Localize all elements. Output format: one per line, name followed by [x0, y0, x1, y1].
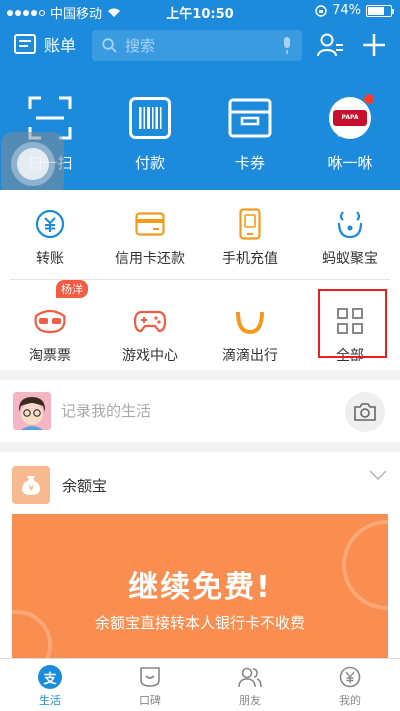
quick-action-pay[interactable]: 付款: [100, 92, 200, 174]
notification-dot: [364, 94, 374, 104]
bill-button[interactable]: 账单: [14, 32, 76, 56]
camera-button[interactable]: [345, 392, 385, 432]
service-credit-card[interactable]: 信用卡还款: [100, 190, 200, 278]
yuebao-banner[interactable]: 继续免费! 余额宝直接转本人银行卡不收费: [12, 514, 388, 658]
yuan-icon: [339, 666, 361, 688]
tab-label: 生活: [39, 694, 61, 707]
nav-bar: 账单 搜索: [0, 28, 400, 64]
service-game-center[interactable]: 游戏中心: [100, 281, 200, 369]
service-label: 滴滴出行: [222, 348, 278, 364]
promo-badge: 杨洋: [56, 280, 88, 298]
service-transfer[interactable]: 转账: [0, 190, 100, 278]
quick-action-label: 咻一咻: [327, 154, 373, 172]
service-label: 游戏中心: [122, 348, 178, 364]
tab-label: 朋友: [239, 694, 261, 707]
wallet-icon: [228, 98, 272, 138]
tab-life[interactable]: 支 生活: [0, 659, 100, 711]
service-label: 转账: [36, 251, 64, 267]
quick-action-label: 付款: [134, 154, 165, 172]
status-bar: 中国移动 上午10:50 74%: [0, 0, 400, 22]
assistive-touch-button[interactable]: [1, 132, 64, 196]
contacts-icon[interactable]: [316, 31, 344, 59]
banner-subtitle: 余额宝直接转本人银行卡不收费: [94, 614, 305, 632]
service-label: 信用卡还款: [115, 251, 185, 267]
bill-label: 账单: [44, 36, 77, 55]
tab-koubei[interactable]: 口碑: [100, 659, 200, 711]
battery-icon: [366, 4, 394, 17]
record-life-text: 记录我的生活: [61, 402, 152, 420]
alipay-icon: 支: [38, 665, 62, 689]
tab-label: 口碑: [139, 694, 161, 707]
camera-icon: [354, 403, 376, 421]
service-didi[interactable]: 滴滴出行: [200, 281, 300, 369]
tab-mine[interactable]: 我的: [300, 659, 400, 711]
yuebao-icon: ¥: [12, 466, 50, 504]
quick-action-label: 卡券: [234, 154, 265, 172]
highlight-box: [318, 289, 387, 358]
tab-friends[interactable]: 朋友: [200, 659, 300, 711]
transfer-icon: [35, 209, 65, 239]
ant-fortune-icon: [337, 211, 363, 239]
koubei-icon: [140, 667, 160, 687]
microphone-icon[interactable]: [282, 37, 292, 54]
record-life-bar[interactable]: 记录我的生活: [0, 380, 400, 442]
service-label: 手机充值: [222, 251, 278, 267]
service-phone-recharge[interactable]: 手机充值: [200, 190, 300, 278]
tab-bar: 支 生活 口碑 朋友 我的: [0, 658, 400, 711]
phone-recharge-icon: [239, 208, 261, 240]
banner-title: 继续免费!: [128, 570, 272, 605]
yuebao-title: 余额宝: [62, 476, 108, 495]
yuebao-card[interactable]: ¥ 余额宝 继续免费! 余额宝直接转本人银行卡不收费: [0, 452, 400, 658]
chevron-down-icon[interactable]: [368, 468, 388, 482]
friends-icon: [238, 667, 262, 688]
barcode-icon: [129, 97, 171, 139]
credit-card-icon: [135, 212, 165, 236]
plus-icon[interactable]: [360, 31, 388, 59]
glasses-icon: [34, 309, 66, 334]
service-label: 淘票票: [29, 348, 71, 364]
service-label: 蚂蚁聚宝: [322, 251, 378, 267]
rotation-lock-icon: [315, 4, 327, 17]
quick-action-cards[interactable]: 卡券: [200, 92, 300, 174]
search-icon: [102, 38, 117, 53]
service-ant-fortune[interactable]: 蚂蚁聚宝: [300, 190, 400, 278]
quick-action-xiu[interactable]: PAPA JOHN'S 咻一咻: [300, 92, 400, 174]
gamepad-icon: [134, 310, 166, 333]
papa-johns-logo: PAPA JOHN'S: [329, 94, 374, 139]
svg-text:¥: ¥: [28, 484, 33, 493]
search-input[interactable]: 搜索: [92, 30, 302, 61]
avatar[interactable]: [13, 392, 51, 430]
search-placeholder: 搜索: [125, 37, 156, 55]
service-grid: 转账 信用卡还款 手机充值 蚂蚁聚宝 杨洋 淘票票 游戏中心 滴滴出行 全部: [0, 190, 400, 370]
bill-icon: [14, 34, 36, 54]
service-taopiaopiao[interactable]: 杨洋 淘票票: [0, 280, 100, 369]
didi-icon: [236, 311, 264, 334]
battery-percent: 74%: [332, 3, 361, 18]
tab-label: 我的: [339, 694, 361, 707]
